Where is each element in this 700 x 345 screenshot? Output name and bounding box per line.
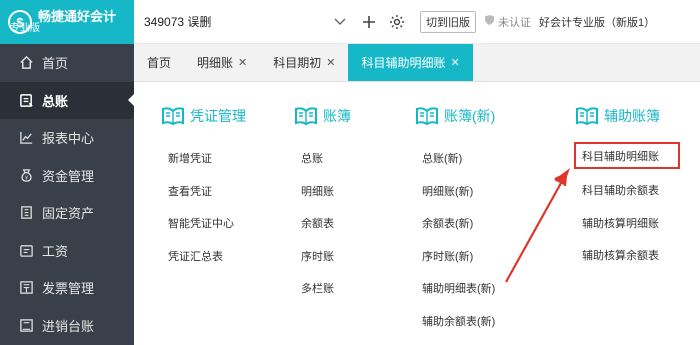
tab-detail-ledger[interactable]: 明细账 ✕ <box>184 44 260 81</box>
account-set-value: 349073 误删 <box>144 15 212 29</box>
sidebar-item-label: 发票管理 <box>42 281 95 297</box>
menu-item-subject-aux-detail[interactable]: 科目辅助明细账 <box>574 142 680 169</box>
column-books-new: 账簿(新) 总账(新) 明细账(新) 余额表(新) 序时账(新) 辅助明细表(新… <box>414 102 544 337</box>
tab-label: 首页 <box>147 56 172 70</box>
brand-name: 畅捷通好会计 <box>38 9 117 24</box>
ledger-icon <box>18 92 34 108</box>
tab-subject-opening[interactable]: 科目期初 ✕ <box>260 44 348 81</box>
column-voucher-management: 凭证管理 新增凭证 查看凭证 智能凭证中心 凭证汇总表 <box>160 102 290 272</box>
book-icon <box>576 107 598 126</box>
column-books: 账簿 总账 明细账 余额表 序时账 多栏账 <box>293 102 423 305</box>
menu-item-journal[interactable]: 序时账 <box>293 240 423 273</box>
wallet-icon <box>18 242 34 258</box>
column-header: 辅助账簿 <box>574 102 700 130</box>
menu-item-detail-ledger-new[interactable]: 明细账(新) <box>414 175 544 208</box>
column-header: 账簿 <box>293 102 423 130</box>
menu-item-smart-voucher-center[interactable]: 智能凭证中心 <box>160 207 290 240</box>
sidebar-item-funds[interactable]: ¥ 资金管理 <box>0 157 134 195</box>
menu-item-balance-sheet-new[interactable]: 余额表(新) <box>414 207 544 240</box>
menu-item-multi-column-ledger[interactable]: 多栏账 <box>293 272 423 305</box>
close-icon[interactable]: ✕ <box>451 56 460 69</box>
ledger-menu-panel: 凭证管理 新增凭证 查看凭证 智能凭证中心 凭证汇总表 账簿 总账 明细账 余额… <box>134 82 700 345</box>
tab-subject-aux-detail[interactable]: 科目辅助明细账 ✕ <box>348 44 473 81</box>
sidebar-item-label: 首页 <box>42 56 69 72</box>
sidebar-item-label: 固定资产 <box>42 206 95 222</box>
menu-item-general-ledger[interactable]: 总账 <box>293 142 423 175</box>
book-icon <box>295 107 317 126</box>
chart-icon <box>18 130 34 146</box>
sidebar-item-label: 进销台账 <box>42 318 95 334</box>
sidebar-item-home[interactable]: 首页 <box>0 44 134 82</box>
sidebar-item-reports[interactable]: 报表中心 <box>0 119 134 157</box>
menu-item-aux-detail-new[interactable]: 辅助明细表(新) <box>414 272 544 305</box>
brand-header[interactable]: $ 畅捷通好会计 专业版 <box>0 0 134 44</box>
sidebar-item-label: 总账 <box>42 93 69 109</box>
sidebar: $ 畅捷通好会计 专业版 首页 总账 报表中心 ¥ 资金管理 固定资产 工资 发… <box>0 0 134 345</box>
tab-bar: 首页 明细账 ✕ 科目期初 ✕ 科目辅助明细账 ✕ <box>134 44 700 82</box>
close-icon[interactable]: ✕ <box>326 56 335 69</box>
column-title: 账簿 <box>323 108 351 124</box>
menu-item-balance-sheet[interactable]: 余额表 <box>293 207 423 240</box>
menu-item-journal-new[interactable]: 序时账(新) <box>414 240 544 273</box>
money-bag-icon: ¥ <box>18 167 34 183</box>
sidebar-item-sales-register[interactable]: 进销台账 <box>0 307 134 345</box>
menu-item-general-ledger-new[interactable]: 总账(新) <box>414 142 544 175</box>
account-set-select[interactable]: 349073 误删 <box>134 0 354 44</box>
column-aux-books: 辅助账簿 科目辅助明细账 科目辅助余额表 辅助核算明细账 辅助核算余额表 <box>574 102 700 272</box>
column-header: 凭证管理 <box>160 102 290 130</box>
book-icon <box>162 107 184 126</box>
gear-icon[interactable] <box>384 9 410 35</box>
sidebar-item-label: 报表中心 <box>42 131 95 147</box>
invoice-icon <box>18 280 34 296</box>
register-icon <box>18 317 34 333</box>
menu-item-view-voucher[interactable]: 查看凭证 <box>160 175 290 208</box>
column-title: 辅助账簿 <box>604 108 660 124</box>
book-icon <box>416 107 438 126</box>
asset-icon <box>18 205 34 221</box>
verification-label: 未认证 <box>498 16 531 29</box>
top-bar: 349073 误删 切到旧版 未认证 好会计专业版（新版1） <box>134 0 700 44</box>
sidebar-item-label: 资金管理 <box>42 168 95 184</box>
home-icon <box>18 55 34 71</box>
menu-item-aux-accounting-balance[interactable]: 辅助核算余额表 <box>574 239 700 272</box>
tab-home[interactable]: 首页 <box>134 44 184 81</box>
menu-item-detail-ledger[interactable]: 明细账 <box>293 175 423 208</box>
shield-icon <box>484 14 495 29</box>
column-title: 凭证管理 <box>190 108 246 124</box>
tab-label: 明细账 <box>197 56 234 70</box>
svg-text:¥: ¥ <box>24 175 28 181</box>
menu-item-voucher-summary[interactable]: 凭证汇总表 <box>160 240 290 273</box>
switch-old-version-button[interactable]: 切到旧版 <box>420 10 476 33</box>
sidebar-item-fixed-assets[interactable]: 固定资产 <box>0 194 134 232</box>
chevron-down-icon <box>334 15 346 29</box>
sidebar-item-invoices[interactable]: 发票管理 <box>0 269 134 307</box>
menu-item-aux-accounting-detail[interactable]: 辅助核算明细账 <box>574 207 700 240</box>
tab-label: 科目期初 <box>273 56 322 70</box>
column-header: 账簿(新) <box>414 102 544 130</box>
edition-label: 好会计专业版（新版1） <box>539 16 656 29</box>
close-icon[interactable]: ✕ <box>238 56 247 69</box>
menu-item-subject-aux-balance[interactable]: 科目辅助余额表 <box>574 174 700 207</box>
add-icon[interactable] <box>356 9 382 35</box>
sidebar-item-label: 工资 <box>42 243 69 259</box>
column-title: 账簿(新) <box>444 108 496 124</box>
menu-item-aux-balance-new[interactable]: 辅助余额表(新) <box>414 305 544 338</box>
tab-label: 科目辅助明细账 <box>361 56 446 70</box>
verification-status[interactable]: 未认证 <box>484 14 531 30</box>
menu-item-new-voucher[interactable]: 新增凭证 <box>160 142 290 175</box>
sidebar-item-ledger[interactable]: 总账 <box>0 81 134 119</box>
sidebar-item-payroll[interactable]: 工资 <box>0 232 134 270</box>
